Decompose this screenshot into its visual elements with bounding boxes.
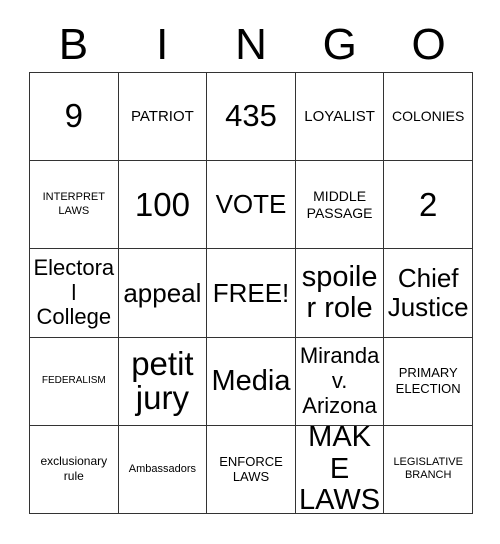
bingo-cell-label: VOTE (215, 189, 287, 220)
header-letter-o: O (411, 20, 446, 69)
bingo-cell-label: appeal (123, 277, 202, 308)
bingo-cell[interactable]: 100 (118, 161, 208, 250)
bingo-cell[interactable]: 2 (384, 161, 473, 250)
bingo-cell-label: Electoral College (33, 255, 115, 330)
bingo-cell[interactable]: petit jury (118, 337, 208, 426)
bingo-cell-label: FREE! (212, 277, 290, 308)
bingo-cell[interactable]: spoiler role (295, 249, 385, 338)
bingo-cell[interactable]: Chief Justice (384, 249, 473, 338)
bingo-cell-free-space[interactable]: FREE! (207, 249, 296, 338)
bingo-cell[interactable]: VOTE (207, 161, 296, 250)
bingo-cell-label: ENFORCE LAWS (219, 453, 283, 485)
header-letter-n: N (235, 20, 267, 69)
bingo-cell-label: MAKE LAWS (299, 425, 381, 514)
bingo-cell[interactable]: PATRIOT (118, 73, 208, 162)
bingo-cell-label: LOYALIST (304, 107, 375, 125)
bingo-cell-label: Media (211, 364, 291, 397)
bingo-cell-label: spoiler role (301, 260, 378, 324)
bingo-cell-label: exclusionary rule (40, 454, 108, 484)
bingo-cell[interactable]: Miranda v. Arizona (295, 337, 385, 426)
bingo-cell[interactable]: 9 (30, 73, 119, 162)
bingo-cell[interactable]: MAKE LAWS (295, 425, 385, 514)
bingo-cell[interactable]: exclusionary rule (30, 425, 119, 514)
bingo-cell[interactable]: MIDDLE PASSAGE (295, 161, 385, 250)
bingo-cell[interactable]: ENFORCE LAWS (207, 425, 296, 514)
bingo-cell[interactable]: LEGISLATIVE BRANCH (384, 425, 473, 514)
bingo-header-row: B I N G O (29, 18, 473, 72)
bingo-cell[interactable]: appeal (118, 249, 208, 338)
bingo-cell[interactable]: Electoral College (30, 249, 119, 338)
bingo-cell[interactable]: 435 (207, 73, 296, 162)
bingo-cell-label: 100 (134, 185, 190, 223)
bingo-cell-label: 2 (419, 185, 438, 223)
bingo-cell-label: 435 (225, 98, 277, 134)
bingo-cell-label: 9 (64, 97, 83, 135)
bingo-grid: 9 PATRIOT 435 LOYALIST COLONIES INTERPRE… (29, 72, 473, 514)
bingo-cell-label: Miranda v. Arizona (299, 343, 380, 418)
bingo-cell-label: FEDERALISM (41, 375, 106, 387)
bingo-cell-label: Chief Justice (387, 263, 469, 322)
bingo-cell[interactable]: COLONIES (384, 73, 473, 162)
bingo-cell-label: INTERPRET LAWS (42, 191, 105, 217)
bingo-cell-label: PATRIOT (131, 107, 194, 125)
bingo-cell[interactable]: LOYALIST (295, 73, 385, 162)
bingo-cell-label: PRIMARY ELECTION (395, 365, 461, 397)
bingo-cell-label: COLONIES (392, 108, 465, 125)
bingo-cell-label: MIDDLE PASSAGE (306, 187, 373, 221)
bingo-cell-label: Ambassadors (128, 462, 197, 475)
bingo-cell[interactable]: Media (207, 337, 296, 426)
header-letter-b: B (58, 20, 89, 69)
bingo-cell[interactable]: FEDERALISM (30, 337, 119, 426)
bingo-cell-label: LEGISLATIVE BRANCH (393, 455, 463, 482)
bingo-cell-label: petit jury (131, 344, 194, 417)
bingo-card: B I N G O 9 PATRIOT 435 LOYALIST COLONIE… (0, 0, 500, 544)
header-letter-g: G (322, 20, 357, 69)
bingo-cell[interactable]: INTERPRET LAWS (30, 161, 119, 250)
bingo-cell[interactable]: Ambassadors (118, 425, 208, 514)
bingo-cell[interactable]: PRIMARY ELECTION (384, 337, 473, 426)
header-letter-i: I (156, 20, 169, 69)
